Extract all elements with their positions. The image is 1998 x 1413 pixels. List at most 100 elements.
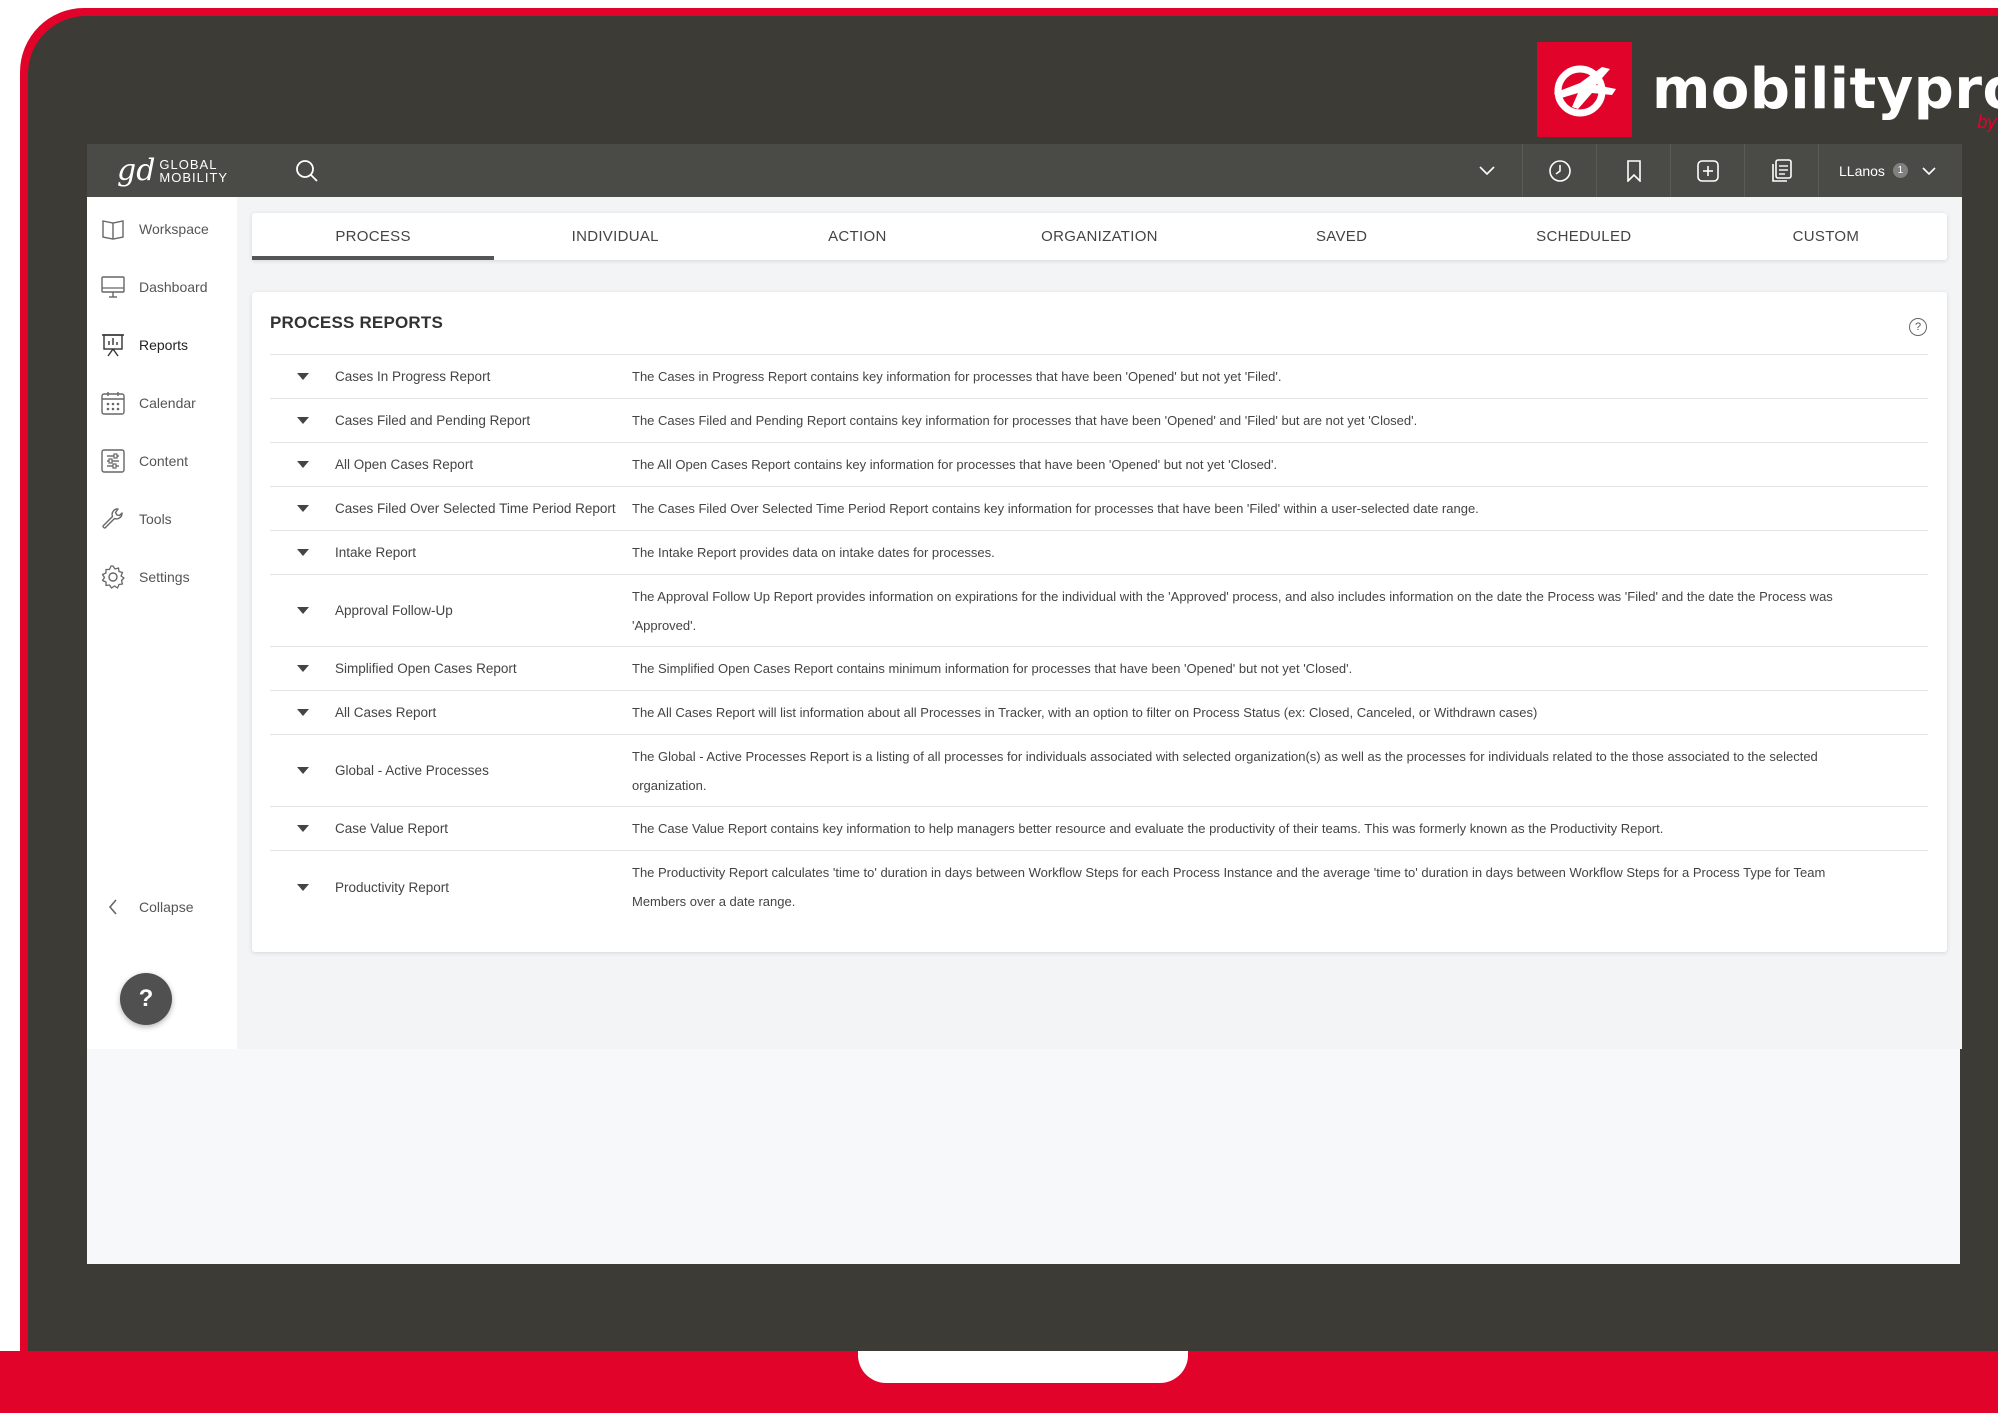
- report-name[interactable]: Cases Filed and Pending Report: [335, 413, 632, 428]
- logo-byline: by gd: [1977, 112, 1998, 132]
- report-row[interactable]: Case Value Report The Case Value Report …: [270, 807, 1928, 851]
- report-row[interactable]: Intake Report The Intake Report provides…: [270, 531, 1928, 575]
- tab-scheduled[interactable]: SCHEDULED: [1463, 213, 1705, 260]
- report-description: The Cases in Progress Report contains ke…: [632, 369, 1282, 384]
- report-row[interactable]: All Open Cases Report The All Open Cases…: [270, 443, 1928, 487]
- search-icon[interactable]: [277, 144, 337, 197]
- add-square-icon[interactable]: [1670, 144, 1744, 197]
- report-description: The Productivity Report calculates 'time…: [632, 865, 1826, 909]
- bookmark-icon[interactable]: [1596, 144, 1670, 197]
- report-row[interactable]: Simplified Open Cases Report The Simplif…: [270, 647, 1928, 691]
- report-name[interactable]: Case Value Report: [335, 821, 632, 836]
- report-list: Cases In Progress Report The Cases in Pr…: [270, 354, 1928, 923]
- tab-saved[interactable]: SAVED: [1221, 213, 1463, 260]
- logo-wordmark: mobilitypro: [1652, 57, 1998, 122]
- process-reports-panel: PROCESS REPORTS ? Cases In Progress Repo…: [252, 292, 1947, 952]
- app-brand[interactable]: gd GLOBAL MOBILITY: [87, 144, 237, 197]
- main-content: PROCESS INDIVIDUAL ACTION ORGANIZATION S…: [237, 197, 1962, 1049]
- calendar-icon: [99, 389, 127, 417]
- question-circle-icon[interactable]: ?: [1909, 318, 1927, 336]
- caret-down-icon[interactable]: [270, 767, 335, 774]
- report-row[interactable]: All Cases Report The All Cases Report wi…: [270, 691, 1928, 735]
- user-name: LLanos: [1839, 162, 1885, 179]
- report-row[interactable]: Global - Active Processes The Global - A…: [270, 735, 1928, 807]
- sidebar-item-tools[interactable]: Tools: [87, 490, 237, 548]
- report-description: The Global - Active Processes Report is …: [632, 748, 1818, 793]
- presentation-chart-icon: [99, 331, 127, 359]
- sidebar-item-label: Tools: [139, 511, 172, 527]
- report-name[interactable]: Global - Active Processes: [335, 763, 632, 778]
- report-row[interactable]: Productivity Report The Productivity Rep…: [270, 851, 1928, 923]
- sidebar-item-dashboard[interactable]: Dashboard: [87, 258, 237, 316]
- caret-down-icon[interactable]: [270, 607, 335, 614]
- top-bar: gd GLOBAL MOBILITY LLanos 1: [87, 144, 1962, 197]
- report-description: The Cases Filed and Pending Report conta…: [632, 413, 1418, 428]
- tab-action[interactable]: ACTION: [736, 213, 978, 260]
- help-button[interactable]: ?: [120, 973, 172, 1025]
- tab-individual[interactable]: INDIVIDUAL: [494, 213, 736, 260]
- chevron-down-icon[interactable]: [1452, 144, 1522, 197]
- report-name[interactable]: Approval Follow-Up: [335, 603, 632, 618]
- report-name[interactable]: All Cases Report: [335, 705, 632, 720]
- mobilitypro-logo: mobilitypro by gd: [1537, 42, 1998, 137]
- report-description: The Approval Follow Up Report provides i…: [632, 588, 1833, 633]
- sidebar-item-workspace[interactable]: Workspace: [87, 200, 237, 258]
- screen-empty-area: [87, 1049, 1960, 1264]
- report-row[interactable]: Cases Filed Over Selected Time Period Re…: [270, 487, 1928, 531]
- report-name[interactable]: Intake Report: [335, 545, 632, 560]
- list-sliders-icon: [99, 447, 127, 475]
- caret-down-icon[interactable]: [270, 373, 335, 380]
- report-description: The All Cases Report will list informati…: [632, 705, 1538, 720]
- sidebar-item-label: Settings: [139, 569, 190, 585]
- sidebar-item-label: Reports: [139, 337, 189, 353]
- report-name[interactable]: All Open Cases Report: [335, 457, 632, 472]
- report-row[interactable]: Cases In Progress Report The Cases in Pr…: [270, 355, 1928, 399]
- collapse-button[interactable]: Collapse: [101, 899, 193, 915]
- report-description: The Case Value Report contains key infor…: [632, 821, 1664, 836]
- report-name[interactable]: Cases Filed Over Selected Time Period Re…: [335, 501, 632, 516]
- sidebar-item-reports[interactable]: Reports: [87, 316, 237, 374]
- wrench-icon: [99, 505, 127, 533]
- report-name[interactable]: Simplified Open Cases Report: [335, 661, 632, 676]
- caret-down-icon[interactable]: [270, 417, 335, 424]
- sidebar-item-label: Workspace: [139, 221, 209, 237]
- user-menu[interactable]: LLanos 1: [1818, 144, 1962, 197]
- device-notch: [858, 1351, 1188, 1383]
- chevron-left-icon: [101, 899, 125, 915]
- report-row[interactable]: Cases Filed and Pending Report The Cases…: [270, 399, 1928, 443]
- report-tabs: PROCESS INDIVIDUAL ACTION ORGANIZATION S…: [252, 213, 1947, 260]
- panel-title: PROCESS REPORTS: [270, 313, 444, 332]
- tab-organization[interactable]: ORGANIZATION: [978, 213, 1220, 260]
- caret-down-icon[interactable]: [270, 549, 335, 556]
- sidebar-item-content[interactable]: Content: [87, 432, 237, 490]
- caret-down-icon[interactable]: [270, 825, 335, 832]
- caret-down-icon[interactable]: [270, 883, 335, 891]
- tab-process[interactable]: PROCESS: [252, 213, 495, 260]
- documents-icon[interactable]: [1744, 144, 1818, 197]
- sidebar-item-label: Dashboard: [139, 279, 208, 295]
- report-name[interactable]: Cases In Progress Report: [335, 369, 632, 384]
- report-row[interactable]: Approval Follow-Up The Approval Follow U…: [270, 575, 1928, 647]
- brand-monogram: gd: [117, 153, 156, 188]
- app-screen: gd GLOBAL MOBILITY LLanos 1 Workspace Da…: [87, 144, 1962, 1264]
- report-name[interactable]: Productivity Report: [335, 880, 632, 895]
- caret-down-icon[interactable]: [270, 665, 335, 672]
- caret-down-icon[interactable]: [270, 709, 335, 716]
- sidebar-item-settings[interactable]: Settings: [87, 548, 237, 606]
- notification-badge: 1: [1892, 163, 1908, 178]
- tab-custom[interactable]: CUSTOM: [1705, 213, 1947, 260]
- caret-down-icon[interactable]: [270, 505, 335, 512]
- plane-globe-icon: [1537, 42, 1632, 137]
- gear-icon: [99, 563, 127, 591]
- sidebar-item-label: Content: [139, 453, 189, 469]
- sidebar-item-calendar[interactable]: Calendar: [87, 374, 237, 432]
- brand-name: GLOBAL MOBILITY: [159, 156, 229, 185]
- chevron-down-icon: [1922, 163, 1936, 179]
- clock-history-icon[interactable]: [1522, 144, 1596, 197]
- report-description: The Cases Filed Over Selected Time Perio…: [632, 501, 1479, 516]
- report-description: The Simplified Open Cases Report contain…: [632, 661, 1353, 676]
- caret-down-icon[interactable]: [270, 461, 335, 468]
- sidebar: Workspace Dashboard Reports Calendar Con…: [87, 197, 237, 1049]
- report-description: The Intake Report provides data on intak…: [632, 545, 995, 560]
- collapse-label: Collapse: [139, 899, 194, 915]
